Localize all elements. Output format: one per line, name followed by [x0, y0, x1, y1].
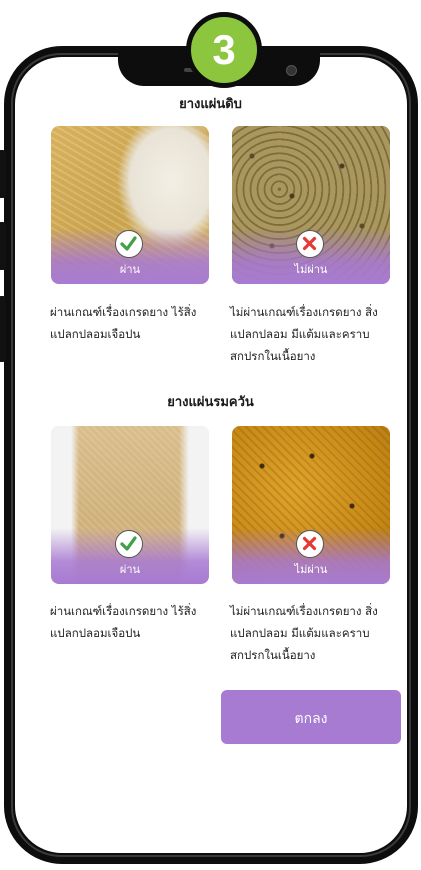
volume-down-button [0, 222, 6, 270]
cross-icon [296, 530, 324, 558]
smoked-fail-description: ไม่ผ่านเกณฑ์เรื่องเกรดยาง สิ่ง แปลกปลอม … [230, 604, 378, 662]
card-smoked-fail: ไม่ผ่าน [232, 426, 390, 584]
step-badge: 3 [186, 12, 262, 88]
section-title-raw-sheet: ยางแผ่นดิบ [179, 97, 242, 112]
pass-label: ผ่าน [119, 563, 141, 576]
front-camera [286, 65, 297, 76]
fail-label: ไม่ผ่าน [294, 563, 328, 576]
volume-up-button [0, 150, 6, 198]
smoked-pass-description: ผ่านเกณฑ์เรื่องเกรดยาง ไร้สิ่ง แปลกปลอมเ… [50, 604, 197, 640]
raw-fail-description: ไม่ผ่านเกณฑ์เรื่องเกรดยาง สิ่ง แปลกปลอม … [230, 305, 378, 363]
check-icon [115, 230, 143, 258]
card-smoked-pass: ผ่าน [51, 426, 209, 584]
raw-pass-description: ผ่านเกณฑ์เรื่องเกรดยาง ไร้สิ่ง แปลกปลอมเ… [50, 305, 197, 341]
check-icon [115, 530, 143, 558]
fail-label: ไม่ผ่าน [294, 263, 328, 276]
section-title-smoked-sheet: ยางแผ่นรมควัน [167, 395, 254, 410]
card-raw-pass: ผ่าน [51, 126, 209, 284]
ok-button[interactable]: ตกลง [221, 690, 401, 744]
cross-icon [296, 230, 324, 258]
card-raw-fail: ไม่ผ่าน [232, 126, 390, 284]
power-button [0, 296, 6, 362]
pass-label: ผ่าน [119, 263, 141, 276]
